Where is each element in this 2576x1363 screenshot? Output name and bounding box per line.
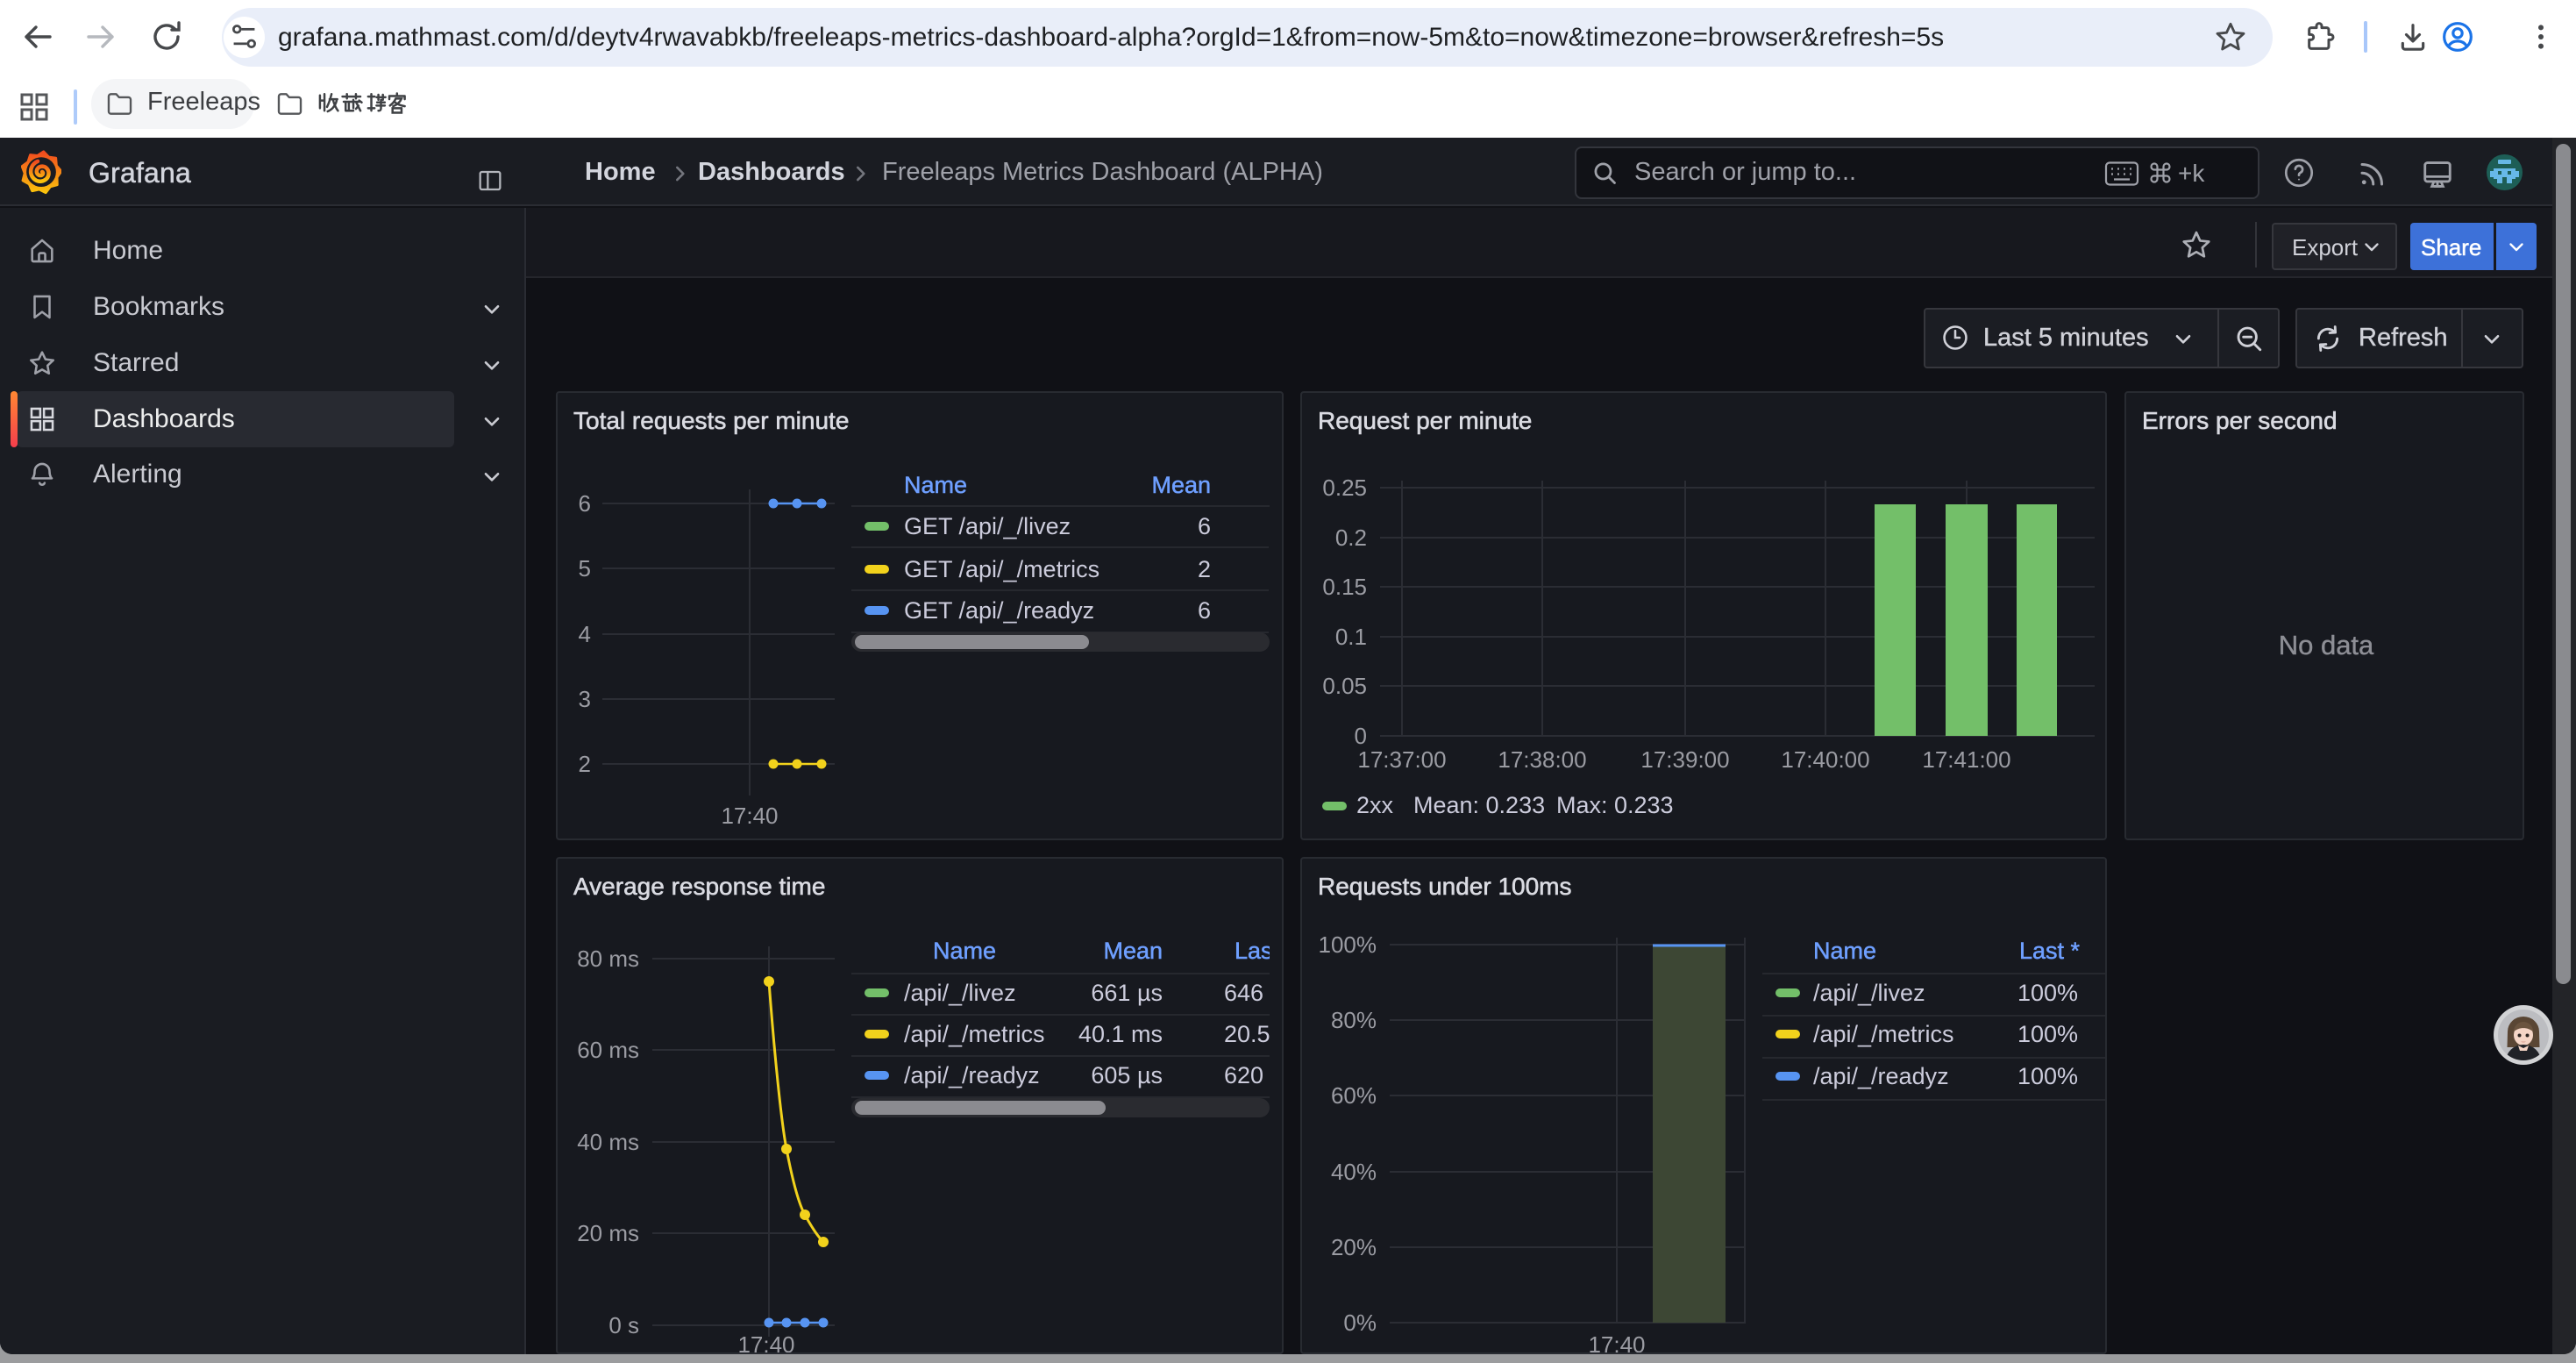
svg-text:0.15: 0.15: [1322, 574, 1367, 600]
svg-text:0 s: 0 s: [608, 1312, 639, 1338]
svg-text:0%: 0%: [1343, 1309, 1377, 1336]
svg-text:60 ms: 60 ms: [577, 1037, 639, 1063]
svg-text:0.1: 0.1: [1335, 624, 1367, 650]
svg-text:0.05: 0.05: [1322, 673, 1367, 699]
svg-text:40%: 40%: [1331, 1159, 1377, 1185]
svg-text:80%: 80%: [1331, 1007, 1377, 1033]
svg-text:5: 5: [579, 555, 591, 582]
svg-text:2: 2: [579, 751, 591, 777]
svg-text:17:40: 17:40: [1588, 1331, 1645, 1354]
svg-text:4: 4: [579, 621, 591, 647]
svg-text:3: 3: [579, 686, 591, 712]
svg-text:20%: 20%: [1331, 1234, 1377, 1260]
svg-text:6: 6: [579, 490, 591, 517]
svg-text:100%: 100%: [1319, 931, 1377, 958]
svg-text:0.2: 0.2: [1335, 525, 1367, 551]
svg-text:17:40:00: 17:40:00: [1781, 746, 1869, 773]
svg-text:0: 0: [1355, 723, 1367, 749]
svg-text:0.25: 0.25: [1322, 475, 1367, 501]
svg-text:17:40: 17:40: [737, 1331, 794, 1354]
svg-text:17:39:00: 17:39:00: [1640, 746, 1729, 773]
svg-text:17:41:00: 17:41:00: [1922, 746, 2010, 773]
svg-text:17:40: 17:40: [721, 803, 778, 829]
svg-text:17:38:00: 17:38:00: [1498, 746, 1586, 773]
svg-text:40 ms: 40 ms: [577, 1129, 639, 1155]
svg-text:80 ms: 80 ms: [577, 946, 639, 972]
svg-text:60%: 60%: [1331, 1082, 1377, 1109]
svg-text:17:37:00: 17:37:00: [1357, 746, 1446, 773]
svg-text:20 ms: 20 ms: [577, 1220, 639, 1246]
